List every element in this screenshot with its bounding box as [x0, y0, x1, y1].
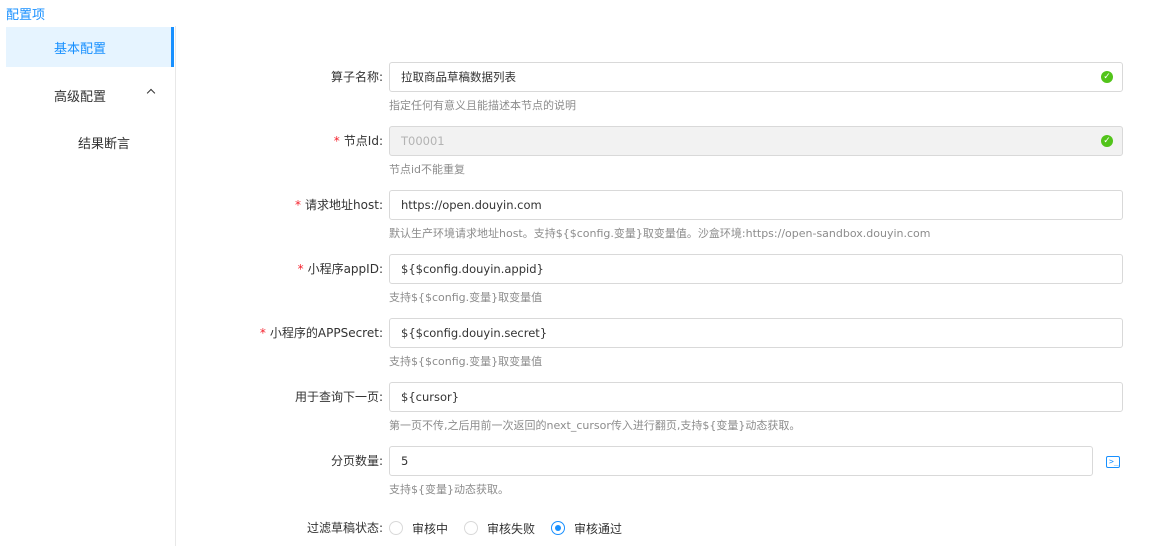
field-label: 算子名称:	[330, 70, 383, 84]
sidebar-item-label: 结果断言	[78, 136, 131, 152]
help-text: 默认生产环境请求地址host。支持${$config.变量}取变量值。沙盒环境:…	[389, 227, 931, 240]
sidebar-item-result-assertion[interactable]: 结果断言	[6, 122, 174, 162]
sidebar-item-advanced-config[interactable]: 高级配置	[6, 75, 174, 115]
radio-review-failed[interactable]: 审核失败	[464, 520, 535, 537]
help-text: 支持${$config.变量}取变量值	[389, 291, 543, 304]
required-mark: *	[295, 198, 302, 212]
help-text: 指定任何有意义且能描述本节点的说明	[389, 99, 576, 112]
help-text: 支持${$config.变量}取变量值	[389, 355, 543, 368]
input-value: T00001	[401, 134, 445, 148]
radio-label: 审核失败	[487, 521, 536, 536]
required-mark: *	[259, 326, 266, 340]
field-label: 用于查询下一页:	[294, 390, 383, 404]
radio-circle[interactable]	[464, 521, 479, 535]
sidebar-item-basic-config[interactable]: 基本配置	[6, 27, 174, 67]
input-value: ${$config.douyin.secret}	[401, 326, 548, 340]
field-label: 过滤草稿状态:	[306, 521, 383, 535]
sidebar-item-label: 高级配置	[54, 89, 107, 105]
operator-name-input[interactable]: 拉取商品草稿数据列表 ✓	[389, 62, 1123, 92]
chevron-up-icon	[146, 88, 156, 98]
field-label: * 小程序的APPSecret:	[259, 326, 383, 340]
radio-reviewing[interactable]: 审核中	[389, 520, 448, 537]
radio-label: 审核中	[412, 521, 449, 536]
input-value: https://open.douyin.com	[401, 198, 542, 212]
check-circle-icon: ✓	[1101, 71, 1113, 83]
input-value: 拉取商品草稿数据列表	[401, 70, 516, 84]
radio-label: 审核通过	[574, 521, 623, 536]
check-circle-icon: ✓	[1101, 135, 1113, 147]
sidebar: 基本配置 高级配置 结果断言	[0, 26, 176, 546]
input-value: ${cursor}	[401, 390, 460, 404]
help-text: 支持${变量}动态获取。	[389, 483, 509, 496]
input-value: ${$config.douyin.appid}	[401, 262, 544, 276]
section-title: 配置项	[6, 8, 46, 23]
required-mark: *	[333, 134, 340, 148]
node-id-input: T00001 ✓	[389, 126, 1123, 156]
field-label: 分页数量:	[330, 454, 383, 468]
required-mark: *	[297, 262, 304, 276]
secret-input[interactable]: ${$config.douyin.secret}	[389, 318, 1123, 348]
input-value: 5	[401, 454, 409, 468]
filter-status-radio-group: 审核中 审核失败 审核通过	[389, 513, 638, 543]
field-label: * 小程序appID:	[297, 262, 383, 276]
page-size-input[interactable]: 5	[389, 446, 1093, 476]
appid-input[interactable]: ${$config.douyin.appid}	[389, 254, 1123, 284]
sidebar-item-label: 基本配置	[54, 41, 107, 57]
radio-review-passed[interactable]: 审核通过	[551, 520, 622, 537]
terminal-icon[interactable]: >_	[1106, 456, 1120, 468]
radio-circle[interactable]	[389, 521, 403, 535]
host-input[interactable]: https://open.douyin.com	[389, 190, 1123, 220]
field-label: * 请求地址host:	[295, 198, 383, 212]
help-text: 节点id不能重复	[389, 163, 466, 176]
radio-circle[interactable]	[551, 521, 566, 535]
help-text: 第一页不传,之后用前一次返回的next_cursor传入进行翻页,支持${变量}…	[389, 419, 801, 432]
next-page-input[interactable]: ${cursor}	[389, 382, 1123, 412]
field-label: * 节点Id:	[333, 134, 383, 148]
